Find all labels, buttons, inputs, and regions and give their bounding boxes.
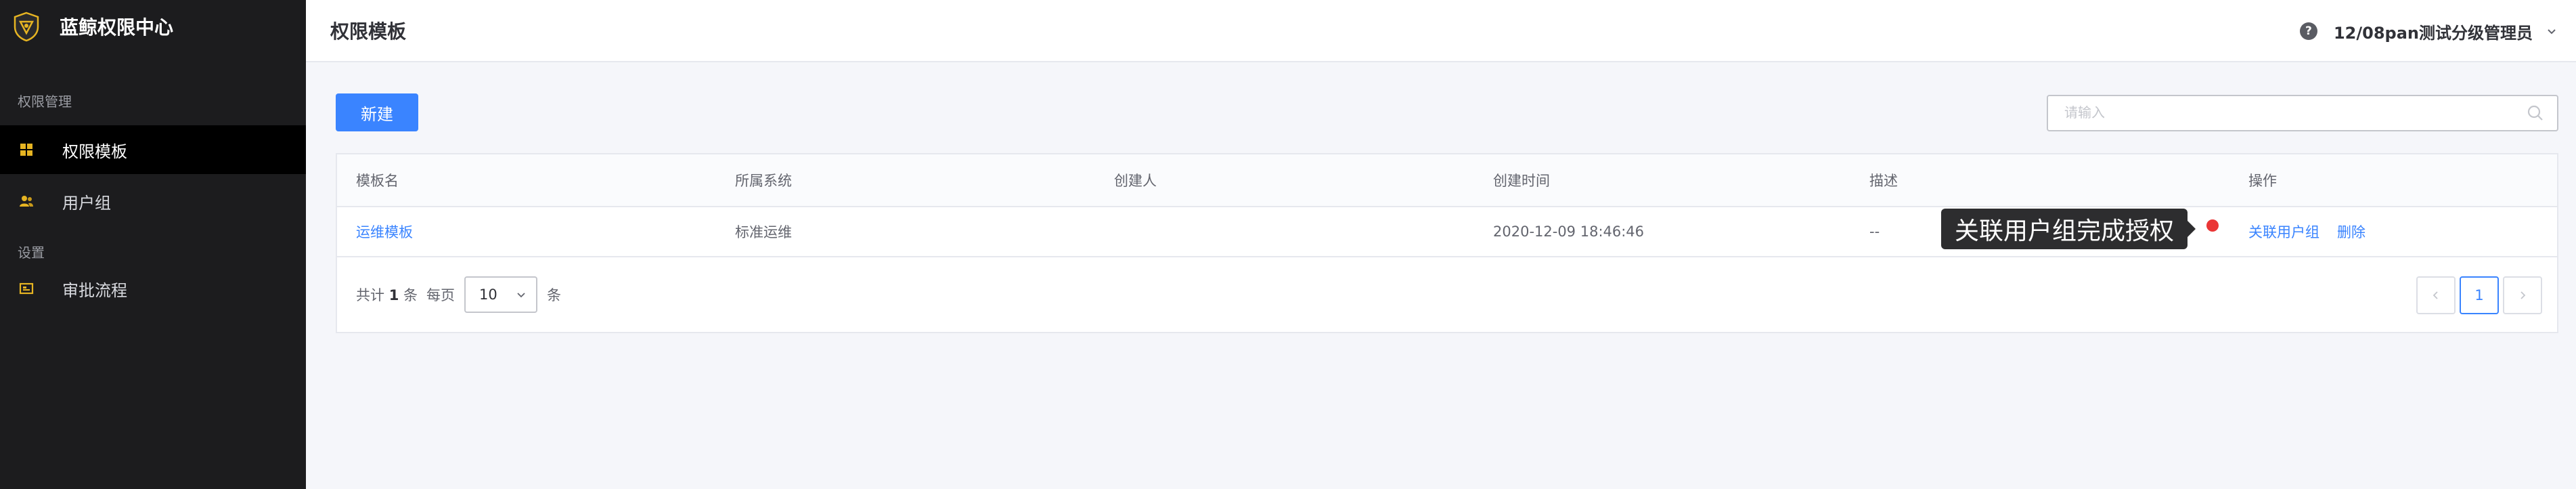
cell-description: --: [1869, 224, 1880, 240]
column-header: 所属系统: [735, 173, 792, 189]
template-table: 模板名 所属系统 创建人 创建时间 描述 操作 运维模板 标准运维 2020-1…: [336, 153, 2558, 333]
column-header: 操作: [2248, 173, 2277, 189]
users-icon: [19, 194, 34, 209]
top-header: 权限模板 ? 12/08pan测试分级管理员: [306, 0, 2576, 62]
nav-group-title-permission: 权限管理: [18, 93, 72, 110]
per-page-value: 10: [479, 286, 497, 303]
workflow-icon: [19, 281, 34, 296]
row-actions: 关联用户组 删除: [2248, 221, 2366, 242]
sidebar-item-label: 用户组: [62, 193, 111, 213]
per-page-select[interactable]: 10: [464, 276, 537, 313]
help-icon[interactable]: ?: [2299, 22, 2317, 40]
prev-page-button[interactable]: [2416, 276, 2456, 314]
cell-created-at: 2020-12-09 18:46:46: [1493, 224, 1645, 240]
brand[interactable]: 蓝鲸权限中心: [0, 0, 306, 53]
search-icon[interactable]: [2526, 104, 2545, 123]
total-prefix: 共计: [356, 287, 384, 303]
per-page: 每页 10 条: [426, 276, 561, 313]
delete-action[interactable]: 删除: [2337, 221, 2366, 242]
chevron-down-icon[interactable]: [2545, 24, 2558, 38]
table-row: 运维模板 标准运维 2020-12-09 18:46:46 -- 关联用户组 删…: [337, 207, 2557, 257]
toolbar: 新建: [336, 93, 418, 131]
guide-tooltip: 关联用户组完成授权: [1941, 209, 2196, 249]
pagination: 共计 1 条 每页 10 条 1: [337, 257, 2557, 332]
sidebar-item-approval-flow[interactable]: 审批流程: [0, 264, 306, 313]
chevron-down-icon: [517, 293, 525, 298]
guide-dot: [2206, 219, 2219, 232]
chevron-left-icon: [2433, 291, 2438, 299]
search-box[interactable]: [2047, 95, 2558, 131]
table-header: 模板名 所属系统 创建人 创建时间 描述 操作: [337, 154, 2557, 207]
nav-group-title-settings: 设置: [18, 244, 45, 261]
per-page-label: 每页: [426, 287, 455, 303]
chevron-right-icon: [2521, 291, 2526, 299]
user-name[interactable]: 12/08pan测试分级管理员: [2334, 20, 2533, 43]
app-title: 蓝鲸权限中心: [60, 16, 174, 39]
new-template-button[interactable]: 新建: [336, 93, 418, 131]
total-value: 1: [388, 287, 399, 303]
column-header: 模板名: [356, 173, 399, 189]
sidebar-item-templates[interactable]: 权限模板: [0, 125, 306, 174]
grid-icon: [19, 142, 34, 157]
next-page-button[interactable]: [2503, 276, 2542, 314]
column-header: 描述: [1869, 173, 1898, 189]
user-menu[interactable]: ? 12/08pan测试分级管理员: [2299, 0, 2558, 62]
cell-system: 标准运维: [735, 224, 792, 240]
total-suffix: 条: [403, 287, 418, 303]
column-header: 创建时间: [1493, 173, 1550, 189]
link-user-group-action[interactable]: 关联用户组: [2248, 221, 2319, 242]
sidebar-item-label: 权限模板: [62, 142, 127, 161]
search-input[interactable]: [2048, 96, 2526, 130]
shield-logo-icon: [14, 12, 39, 42]
sidebar-item-user-groups[interactable]: 用户组: [0, 177, 306, 226]
column-header: 创建人: [1114, 173, 1157, 189]
per-page-unit: 条: [547, 287, 561, 303]
page-title: 权限模板: [330, 20, 407, 43]
sidebar: 蓝鲸权限中心 权限管理 权限模板 用户组 设置 审批流程: [0, 0, 306, 489]
page-number-button[interactable]: 1: [2460, 276, 2499, 314]
template-name-link[interactable]: 运维模板: [356, 221, 413, 242]
total-count: 共计 1 条: [356, 284, 418, 305]
sidebar-item-label: 审批流程: [62, 280, 127, 300]
